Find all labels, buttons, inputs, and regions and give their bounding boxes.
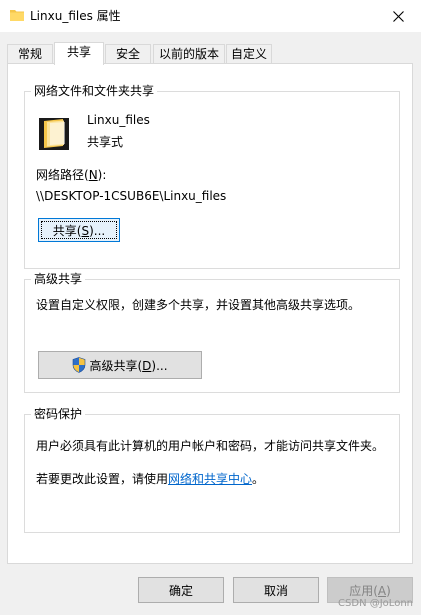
watermark: CSDN @JoLonn [338,598,413,609]
network-sharing-center-link[interactable]: 网络和共享中心 [168,472,252,486]
tab-previous-versions[interactable]: 以前的版本 [153,44,225,64]
group-title-password-protection: 密码保护 [31,406,86,422]
sharing-panel: 网络文件和文件夹共享 Linxu_files 共享式 网络路径(N): \\DE… [7,63,413,564]
ok-button[interactable]: 确定 [138,577,224,603]
tab-security[interactable]: 安全 [105,44,151,64]
cancel-button-label: 取消 [263,583,288,598]
window-title: Linxu_files 属性 [30,9,121,23]
tab-customize[interactable]: 自定义 [226,44,272,64]
share-button[interactable]: 共享(S)... [38,218,120,242]
title-bar: Linxu_files 属性 [0,0,421,32]
password-protection-description: 用户必须具有此计算机的用户帐户和密码，才能访问共享文件夹。 [36,439,385,453]
close-button[interactable] [375,0,421,32]
folder-icon [10,10,24,21]
network-share-group: 网络文件和文件夹共享 Linxu_files 共享式 网络路径(N): \\DE… [24,83,400,269]
cancel-button[interactable]: 取消 [233,577,319,603]
apply-button-label: 应用(A) [349,583,391,598]
advanced-share-button[interactable]: 高级共享(D)... [38,351,202,379]
tab-general[interactable]: 常规 [7,44,53,64]
network-path-value: \\DESKTOP-1CSUB6E\Linxu_files [36,189,227,203]
advanced-share-description: 设置自定义权限，创建多个共享，并设置其他高级共享选项。 [36,298,361,312]
advanced-share-group: 高级共享 设置自定义权限，创建多个共享，并设置其他高级共享选项。 高级共享(D)… [24,271,400,393]
advanced-share-button-label: 高级共享(D)... [89,358,168,373]
network-path-label: 网络路径(N): [36,168,107,182]
close-icon [392,10,404,22]
password-protection-group: 密码保护 用户必须具有此计算机的用户帐户和密码，才能访问共享文件夹。 若要更改此… [24,406,400,533]
change-setting-text: 若要更改此设置，请使用网络和共享中心。 [36,472,265,486]
folder-name: Linxu_files [87,113,150,127]
group-title-advanced-share: 高级共享 [31,271,86,287]
shared-folder-icon [39,118,69,150]
tab-sharing[interactable]: 共享 [54,42,104,65]
share-button-label: 共享(S)... [52,223,106,238]
group-title-network-share: 网络文件和文件夹共享 [31,83,158,99]
share-status: 共享式 [87,135,124,149]
ok-button-label: 确定 [168,583,193,598]
uac-shield-icon [73,357,86,373]
